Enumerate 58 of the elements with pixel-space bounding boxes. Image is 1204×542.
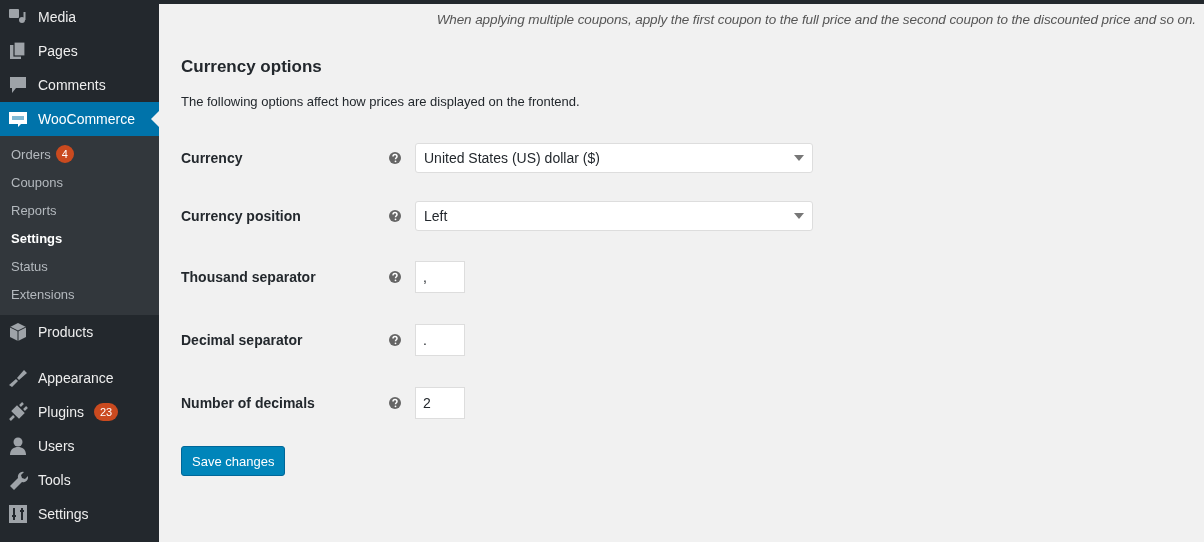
woo-icon xyxy=(8,109,28,129)
menu-label: Appearance xyxy=(38,370,114,386)
menu-label: Pages xyxy=(38,43,78,59)
wrench-icon xyxy=(8,470,28,490)
submenu-item[interactable]: Status xyxy=(0,252,159,280)
submenu-item[interactable]: Orders 4 xyxy=(0,140,159,168)
help-icon[interactable] xyxy=(389,152,401,164)
field-label: Number of decimals xyxy=(181,394,316,411)
submenu-item[interactable]: Settings xyxy=(0,224,159,252)
menu-label: Products xyxy=(38,324,94,340)
box-icon xyxy=(8,322,28,342)
menu-label: Plugins xyxy=(38,404,84,420)
menu-item[interactable]: Appearance xyxy=(0,361,159,395)
menu-item[interactable]: Users xyxy=(0,429,159,463)
menu-item[interactable]: Products xyxy=(0,315,159,349)
menu-item[interactable]: Tools xyxy=(0,463,159,497)
help-icon[interactable] xyxy=(389,396,401,409)
submenu-item[interactable]: Coupons xyxy=(0,168,159,196)
menu-item[interactable]: Settings xyxy=(0,497,159,531)
dropdown-field[interactable]: Left xyxy=(415,201,813,231)
field-label: Thousand separator xyxy=(181,268,317,285)
count-badge: 4 xyxy=(55,145,74,163)
section-title: Currency options xyxy=(181,57,323,77)
menu-label: Tools xyxy=(38,472,71,488)
field-label: Currency xyxy=(181,150,244,166)
save-button[interactable]: Save changes xyxy=(181,446,286,476)
submenu-item[interactable]: Reports xyxy=(0,196,159,224)
help-note: When applying multiple coupons, apply the first coupon to the full price and the second coupon to the discounted price and so on. xyxy=(435,12,1196,27)
help-icon[interactable] xyxy=(389,210,401,222)
section-description: The following options affect how prices are displayed on the frontend. xyxy=(181,94,581,109)
input-field[interactable]: . xyxy=(415,323,465,356)
input-field[interactable]: 2 xyxy=(415,386,465,419)
count-badge: 23 xyxy=(93,403,119,421)
menu-item[interactable]: Pages xyxy=(0,34,159,68)
menu-label: Settings xyxy=(38,506,89,522)
field-label: Currency position xyxy=(181,208,302,224)
menu-item[interactable]: Plugins 23 xyxy=(0,395,159,429)
help-icon[interactable] xyxy=(389,333,401,346)
speech-bubble-icon xyxy=(8,75,28,95)
submenu-item[interactable]: Extensions xyxy=(0,280,159,308)
menu-label: Comments xyxy=(38,77,106,93)
field-label: Decimal separator xyxy=(181,331,304,348)
sliders-icon xyxy=(8,504,28,524)
input-field[interactable]: , xyxy=(415,260,465,293)
menu-label: Media xyxy=(38,9,77,25)
user-icon xyxy=(8,436,28,456)
caret-icon xyxy=(794,213,804,219)
menu-item[interactable]: Comments xyxy=(0,68,159,102)
caret-icon xyxy=(794,155,804,161)
menu-label: Users xyxy=(38,438,75,454)
pages-icon xyxy=(8,41,28,61)
menu-label: WooCommerce xyxy=(38,111,135,127)
plug-icon xyxy=(8,402,28,422)
help-icon[interactable] xyxy=(389,270,401,283)
dropdown-field[interactable]: United States (US) dollar ($) xyxy=(415,143,813,173)
menu-item[interactable]: WooCommerce xyxy=(0,102,159,136)
menu-item[interactable]: Media xyxy=(0,0,159,34)
brush-icon xyxy=(8,368,28,388)
